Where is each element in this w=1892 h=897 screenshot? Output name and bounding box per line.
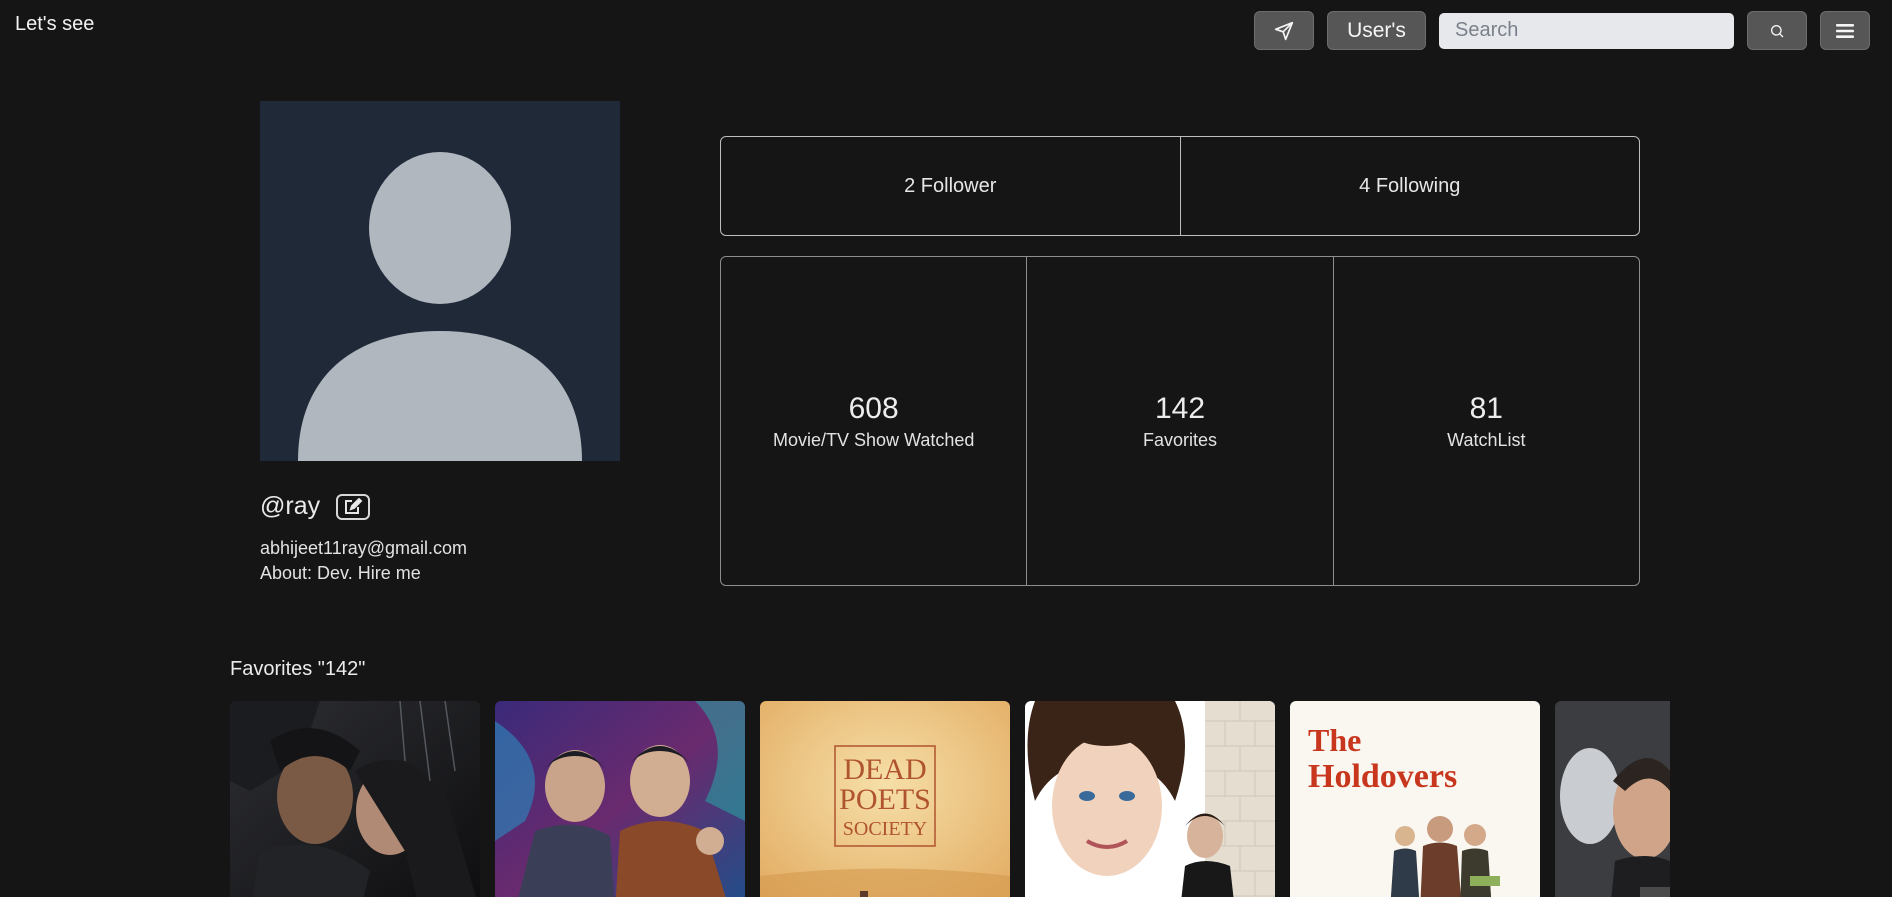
brand-title[interactable]: Let's see [15,13,94,36]
menu-button[interactable] [1820,11,1870,50]
poster-title-line: SOCIETY [843,818,927,840]
search-input[interactable] [1439,12,1734,49]
poster-image [1025,701,1275,897]
poster-title-line: The [1308,722,1361,758]
poster-image: DEAD POETS SOCIETY [760,701,1010,897]
follow-stats: 2 Follower 4 Following [720,136,1640,236]
stat-label: WatchList [1447,429,1526,450]
stat-value: 142 [1154,391,1206,425]
poster-card[interactable] [1555,701,1670,897]
stat-favorites[interactable]: 142 Favorites [1026,257,1332,585]
poster-card[interactable] [495,701,745,897]
stat-watched[interactable]: 608 Movie/TV Show Watched [721,257,1026,585]
nav-actions: User's [1254,11,1870,50]
poster-image [495,701,745,897]
poster-image [1555,701,1670,897]
stat-value: 608 [848,391,899,425]
followers-count[interactable]: 2 Follower [721,137,1180,235]
poster-card[interactable] [230,701,480,897]
search-icon [1771,24,1784,37]
edit-icon [345,497,363,514]
user-about: About: Dev. Hire me [260,563,421,583]
poster-card[interactable] [1025,701,1275,897]
following-count[interactable]: 4 Following [1179,137,1640,235]
search-button[interactable] [1747,11,1807,50]
username-row: @ray [260,492,371,521]
avatar [260,101,620,461]
stat-label: Favorites [1142,429,1217,450]
user-email: abhijeet11ray@gmail.com [260,538,468,558]
users-button[interactable]: User's [1327,11,1426,50]
user-placeholder-icon [298,152,582,461]
poster-image: The Holdovers [1290,701,1540,897]
poster-title-line: Holdovers [1308,758,1457,795]
poster-title-line: DEAD [843,753,926,786]
username: @ray [260,492,321,520]
stat-value: 81 [1469,391,1503,425]
poster-image [230,701,480,897]
send-button[interactable] [1254,11,1314,50]
stat-label: Movie/TV Show Watched [772,429,975,450]
edit-profile-button[interactable] [336,493,371,520]
hamburger-icon [1836,23,1854,38]
top-navbar: Let's see User's [0,0,1892,60]
send-icon [1274,21,1294,40]
favorites-heading: Favorites "142" [230,658,366,680]
poster-title-line: POETS [839,783,931,816]
favorites-carousel: DEAD POETS SOCIETY The Holdovers [230,701,1670,897]
stat-watchlist[interactable]: 81 WatchList [1332,257,1639,585]
poster-card[interactable]: The Holdovers [1290,701,1540,897]
poster-card[interactable]: DEAD POETS SOCIETY [760,701,1010,897]
activity-stats: 608 Movie/TV Show Watched 142 Favorites … [720,256,1640,586]
